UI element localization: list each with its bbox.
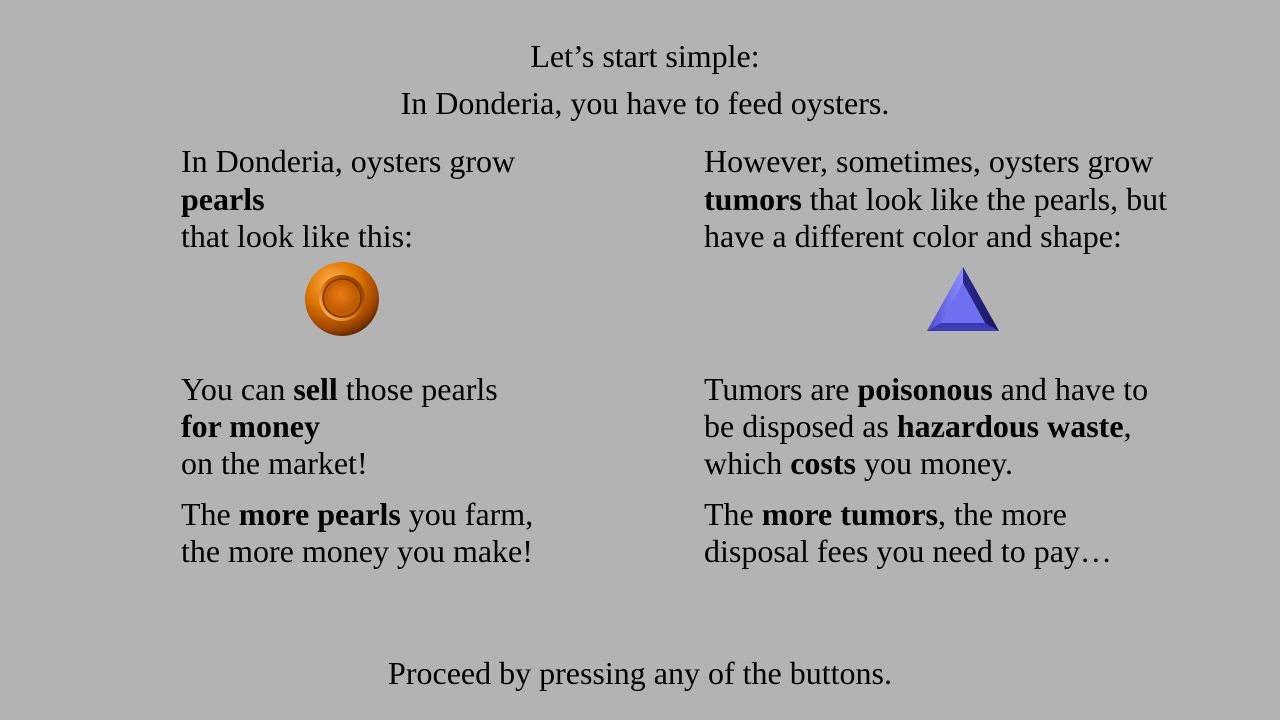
pearl-desc-line-2: pearls: [181, 181, 265, 219]
pearl-desc-line-1: In Donderia, oysters grow: [181, 143, 516, 179]
tumor-more-line-1: The more tumors, the more: [704, 496, 1067, 532]
pearl-desc-line-3: that look like this:: [181, 218, 413, 254]
tumor-desc-line-1: However, sometimes, oysters grow: [704, 143, 1154, 179]
tumor-more-line-2: disposal fees you need to pay…: [704, 533, 1112, 569]
pearl-sell-line-2: for money: [181, 408, 320, 444]
tumor-desc-line-2: tumors that look like the pearls, but: [704, 181, 1168, 217]
tumor-poison-line-3: which costs you money.: [704, 445, 1013, 481]
intro-subheading: In Donderia, you have to feed oysters.: [400, 85, 890, 121]
intro-heading: Let’s start simple:: [530, 38, 760, 74]
pearls-keyword: pearls: [181, 181, 265, 217]
pearl-more-line-1: The more pearls you farm,: [181, 496, 534, 532]
tumor-poison-line-2: be disposed as hazardous waste,: [704, 408, 1132, 444]
tumor-desc-line-3: have a different color and shape:: [704, 218, 1122, 254]
pearl-sell-line-1: You can sell those pearls: [181, 371, 498, 407]
tumor-poison-line-1: Tumors are poisonous and have to: [704, 371, 1149, 407]
orange-pearl-icon: [304, 261, 380, 337]
proceed-instruction: Proceed by pressing any of the buttons.: [388, 655, 892, 691]
pearl-sell-line-3: on the market!: [181, 445, 368, 481]
tumors-keyword: tumors: [704, 181, 802, 217]
pearl-more-line-2: the more money you make!: [181, 533, 533, 569]
blue-tumor-icon: [926, 266, 1000, 332]
